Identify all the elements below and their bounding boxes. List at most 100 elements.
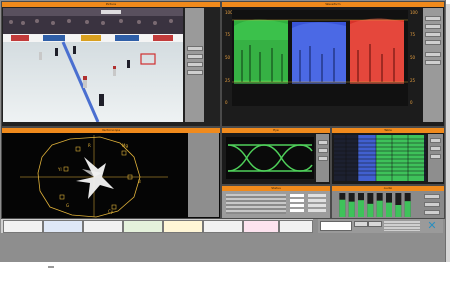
eye-title-bar: Eye [222,128,330,133]
eye-side-controls [316,134,329,182]
picture-control-1[interactable] [187,46,203,51]
scale-right-75: 75 [410,32,416,37]
picture-title-bar: Picture [2,2,220,7]
scale-left-0: 0 [225,100,228,105]
eye-title: Eye [273,128,279,132]
eye-control-2[interactable] [318,148,328,153]
table-side-controls [428,134,443,182]
table-control-1[interactable] [430,138,441,143]
audio-meter-level [367,203,374,217]
vectorscope-title: Vectorscope [101,128,121,132]
bottom-button-2[interactable] [368,221,382,227]
eye-control-1[interactable] [318,140,328,145]
bottom-status-strip [1,219,313,233]
table-grid[interactable] [334,135,426,181]
status-cell-7[interactable] [243,220,279,233]
waveform-channel-red [350,18,404,85]
audio-title: Audio [383,186,393,190]
picture-control-3[interactable] [187,62,203,67]
waveform-scale-right: 100 75 50 25 0 [410,10,420,106]
waveform-control-5[interactable] [425,52,441,57]
bottom-info [384,221,420,231]
bottom-button-1[interactable] [354,221,368,227]
close-icon[interactable]: ✕ [426,220,438,232]
lower-footer [1,235,444,261]
status-title-bar: Status [222,186,330,191]
eye-pattern-display[interactable] [226,137,314,179]
hockey-video-frame[interactable] [3,8,183,122]
vectorscope-target-g: G [66,203,69,208]
vectorscope-target-r: R [88,143,91,148]
waveform-control-3[interactable] [425,32,441,37]
audio-meter-level [339,199,346,217]
status-cell-4[interactable] [123,220,163,233]
eye-panel: Eye [221,127,331,185]
status-extra-boxes [308,194,326,214]
waveform-title: Waveform [325,2,341,6]
table-title: Table [384,128,392,132]
scale-right-50: 50 [410,55,416,60]
small-mark [48,266,54,268]
audio-control-1[interactable] [424,194,440,199]
vectorscope-panel: Vectorscope R Mg B Cy G Yl [1,127,221,219]
audio-meter-level [376,200,383,217]
waveform-control-6[interactable] [425,60,441,65]
status-title: Status [271,186,281,190]
status-cell-3[interactable] [83,220,123,233]
waveform-control-1[interactable] [425,16,441,21]
status-cell-5[interactable] [163,220,203,233]
vectorscope-target-cy: Cy [108,209,114,214]
table-title-bar: Table [332,128,444,133]
picture-control-4[interactable] [187,70,203,75]
vectorscope-target-yl: Yl [57,167,62,172]
waveform-side-controls [423,8,443,122]
waveform-channel-blue [292,22,346,85]
status-cell-6[interactable] [203,220,243,233]
scale-right-25: 25 [410,78,416,83]
vectorscope-side-controls [188,133,219,217]
waveform-title-bar: Waveform [222,2,444,7]
status-panel: Status [221,185,331,219]
scale-left-25: 25 [225,78,231,83]
audio-side-controls [422,192,443,216]
audio-title-bar: Audio [332,186,444,191]
table-panel: Table [331,127,445,185]
picture-side-controls [185,8,204,122]
video-image [3,8,183,122]
monitor-screen: Picture Waveform 100 75 50 25 0 100 75 5… [0,0,446,262]
eye-control-3[interactable] [318,156,328,161]
status-cell-8[interactable] [279,220,313,233]
waveform-channel-green [234,19,288,84]
audio-meter-level [404,201,411,217]
audio-panel: Audio [331,185,445,219]
scale-right-100: 100 [410,10,418,15]
vectorscope-target-b: B [138,179,141,184]
vectorscope-target-mg: Mg [122,143,128,148]
audio-meter-level [358,200,364,217]
audio-control-2[interactable] [424,202,440,207]
status-cell-2[interactable] [43,220,83,233]
picture-title: Picture [105,2,117,6]
status-cell-1[interactable] [3,220,43,233]
picture-panel: Picture [1,1,221,127]
screen-shadow [446,4,450,262]
table-control-2[interactable] [430,146,441,151]
audio-meter-level [395,205,402,217]
audio-meters [339,193,411,217]
table-control-3[interactable] [430,154,441,159]
picture-control-2[interactable] [187,54,203,59]
bottom-controls: ✕ [318,219,443,233]
waveform-control-2[interactable] [425,24,441,29]
audio-control-3[interactable] [424,210,440,215]
scale-left-50: 50 [225,55,231,60]
status-fields [226,194,286,214]
waveform-control-4[interactable] [425,40,441,45]
waveform-panel: Waveform 100 75 50 25 0 100 75 50 25 0 [221,1,445,127]
bottom-input[interactable] [320,221,352,231]
scale-right-0: 0 [410,100,413,105]
vectorscope-display[interactable]: R Mg B Cy G Yl [2,133,188,218]
audio-meter-level [386,202,392,217]
status-value-boxes [290,194,304,214]
waveform-display[interactable] [232,10,408,106]
scale-left-75: 75 [225,32,231,37]
